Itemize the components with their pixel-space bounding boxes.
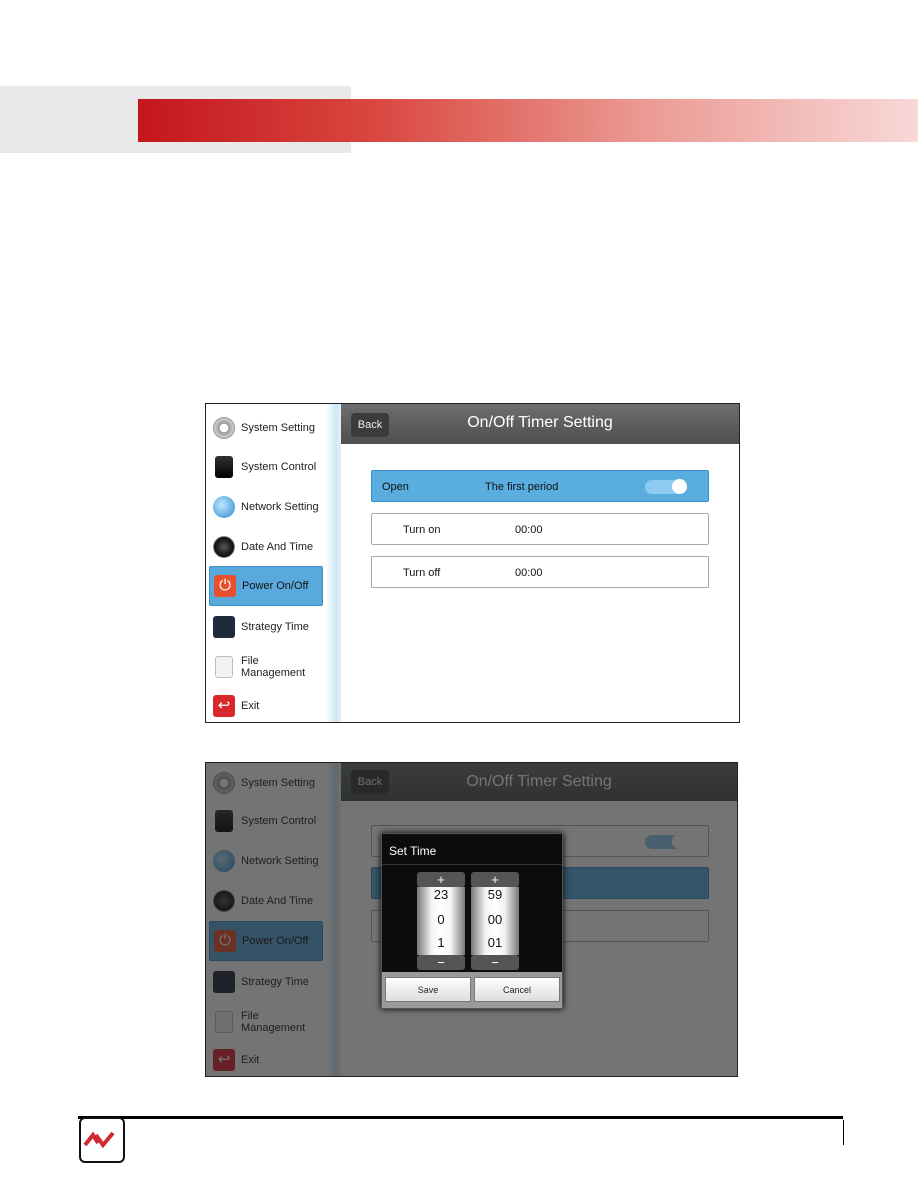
screenshot-set-time-dialog: System Setting System Control Network Se… [205,762,738,1077]
sidebar-item-network-setting[interactable]: Network Setting [209,487,323,527]
page-title: On/Off Timer Setting [467,414,613,431]
dialog-button-bar: Save Cancel [382,972,562,1008]
divider [382,864,562,865]
file-icon [215,656,233,678]
turn-on-row[interactable]: Turn on 00:00 [371,513,709,545]
dialog-title: Set Time [389,844,437,858]
turn-off-label: Turn off [403,567,441,579]
label: Exit [241,700,260,712]
sidebar-item-exit[interactable]: ↩ Exit [209,686,323,722]
turn-on-value: 00:00 [515,524,543,536]
label: System Control [241,461,317,473]
turn-on-label: Turn on [403,524,441,536]
main-panel: Back On/Off Timer Setting Open The first… [341,404,739,722]
brand-logo [79,1117,125,1163]
logo-mark-icon [83,1131,115,1149]
minute-prev: 59 [487,887,503,902]
save-button[interactable]: Save [385,977,471,1002]
label: System Setting [241,422,315,434]
label: Strategy Time [241,621,309,633]
set-time-dialog: Set Time + 23 0 1 − + 59 00 01 − Save Ca… [381,833,563,1009]
clock-icon [213,536,235,558]
gear-icon [213,417,235,439]
globe-icon [213,496,235,518]
sidebar-item-system-setting[interactable]: System Setting [209,408,323,448]
hour-picker[interactable]: + 23 0 1 − [417,872,465,970]
label: Power On/Off [242,580,309,592]
exit-icon: ↩ [213,695,235,717]
label: File Management [241,655,306,679]
toggle-knob [672,479,687,494]
open-row[interactable]: Open The first period [371,470,709,502]
cancel-button[interactable]: Cancel [474,977,560,1002]
tablet-icon [215,456,233,478]
hour-next: 1 [437,935,445,950]
footer-divider [843,1120,844,1145]
sidebar-item-power-onoff[interactable]: ⏻ Power On/Off [209,566,323,606]
screenshot-timer-setting: System Setting System Control Network Se… [205,403,740,723]
power-icon: ⏻ [214,575,236,597]
sidebar-divider [326,404,342,722]
sidebar-item-date-and-time[interactable]: Date And Time [209,527,323,567]
sidebar-item-file-management[interactable]: File Management [209,647,323,687]
header-red-bar [138,99,918,142]
footer-rule [78,1116,843,1119]
label: Date And Time [241,541,314,553]
turn-off-row[interactable]: Turn off 00:00 [371,556,709,588]
open-toggle[interactable] [645,479,687,494]
label: Network Setting [241,501,319,513]
minute-plus-button[interactable]: + [471,872,519,887]
hour-current: 0 [437,912,445,927]
period-label: The first period [485,481,559,493]
open-label: Open [382,481,409,493]
minute-minus-button[interactable]: − [471,955,519,970]
sidebar-item-system-control[interactable]: System Control [209,447,323,487]
sidebar-item-strategy-time[interactable]: Strategy Time [209,607,323,647]
hour-prev: 23 [433,887,449,902]
hour-minus-button[interactable]: − [417,955,465,970]
sidebar: System Setting System Control Network Se… [206,404,340,722]
minute-current: 00 [487,912,503,927]
sliders-icon [213,616,235,638]
minute-picker[interactable]: + 59 00 01 − [471,872,519,970]
hour-plus-button[interactable]: + [417,872,465,887]
turn-off-value: 00:00 [515,567,543,579]
minute-next: 01 [487,935,503,950]
header-bar: Back On/Off Timer Setting [341,404,739,444]
